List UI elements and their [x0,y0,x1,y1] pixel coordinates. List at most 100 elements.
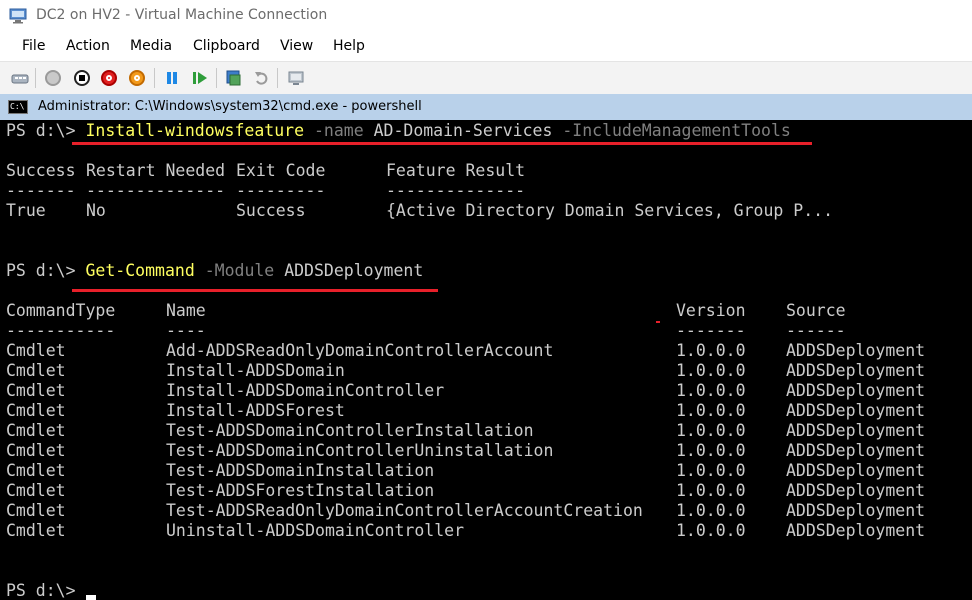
cell-restart-needed: No [86,201,106,220]
command-line: PS d:\> Get-Command -Module ADDSDeployme… [6,261,423,281]
save-state-icon[interactable] [127,68,147,88]
cell-version: 1.0.0.0 [676,361,746,380]
cell-source: ADDSDeployment [786,421,926,440]
menu-help[interactable]: Help [333,38,365,54]
menu-view[interactable]: View [280,38,313,54]
header-name: Name [166,301,206,320]
table-row: Cmdlet Test-ADDSDomainInstallation 1.0.0.0… [6,461,966,481]
toolbar-separator [277,68,278,88]
turn-off-icon[interactable] [72,68,92,88]
cmdlet-name: Install-windowsfeature [85,121,305,140]
table-row: True No Success {Active Directory Domain… [6,201,966,221]
header-version: Version [676,301,746,320]
cell-commandtype: Cmdlet [6,361,66,380]
cell-name: Install-ADDSForest [166,401,345,420]
cell-commandtype: Cmdlet [6,401,66,420]
table-row: Cmdlet Install-ADDSDomainController 1.0.0.… [6,381,966,401]
header-exit-code: Exit Code [236,161,326,180]
dash-cell: ------- [676,321,746,340]
enhanced-session-icon[interactable] [286,68,306,88]
shut-down-icon[interactable] [99,68,119,88]
toolbar-separator [154,68,155,88]
argument: ADDSDeployment [284,261,424,280]
cell-version: 1.0.0.0 [676,401,746,420]
cell-commandtype: Cmdlet [6,381,66,400]
cell-name: Test-ADDSDomainControllerUninstallation [166,441,554,460]
table-row: Cmdlet Install-ADDSDomain 1.0.0.0 ADDSDeplo… [6,361,966,381]
cell-version: 1.0.0.0 [676,441,746,460]
cell-source: ADDSDeployment [786,401,926,420]
cell-source: ADDSDeployment [786,381,926,400]
cell-source: ADDSDeployment [786,501,926,520]
command-line: PS d:\> Install-windowsfeature -name AD-… [6,121,791,141]
dash-cell: ----------- [6,321,116,340]
ctrl-alt-del-icon[interactable] [10,68,30,88]
pause-icon[interactable] [162,68,182,88]
menu-action[interactable]: Action [66,38,110,54]
parameter: -IncludeManagementTools [562,121,791,140]
cell-commandtype: Cmdlet [6,421,66,440]
cell-name: Test-ADDSDomainControllerInstallation [166,421,534,440]
cell-version: 1.0.0.0 [676,481,746,500]
cell-version: 1.0.0.0 [676,521,746,540]
console[interactable]: PS d:\> Install-windowsfeature -name AD-… [0,121,972,600]
annotation-underline [72,289,438,292]
table-row: Cmdlet Test-ADDSDomainControllerInstallat… [6,421,966,441]
cell-source: ADDSDeployment [786,341,926,360]
menu-file[interactable]: File [22,38,45,54]
cell-source: ADDSDeployment [786,521,926,540]
revert-icon[interactable] [252,68,272,88]
argument: AD-Domain-Services [373,121,553,140]
cell-version: 1.0.0.0 [676,501,746,520]
cell-name: Uninstall-ADDSDomainController [166,521,465,540]
menu-media[interactable]: Media [130,38,172,54]
table-dash-row: ------- -------------- --------- -------… [6,181,966,201]
header-source: Source [786,301,846,320]
cell-version: 1.0.0.0 [676,341,746,360]
dash-cell: -------------- [386,181,526,200]
vm-window-titlebar[interactable]: DC2 on HV2 - Virtual Machine Connection [0,0,972,33]
cell-commandtype: Cmdlet [6,501,66,520]
start-icon[interactable] [43,68,63,88]
cell-source: ADDSDeployment [786,481,926,500]
parameter: -Module [204,261,275,280]
cell-version: 1.0.0.0 [676,381,746,400]
cell-name: Install-ADDSDomain [166,361,345,380]
cell-name: Add-ADDSReadOnlyDomainControllerAccount [166,341,554,360]
table-row: Cmdlet Test-ADDSDomainControllerUninstall… [6,441,966,461]
table-row: Cmdlet Uninstall-ADDSDomainController 1.0.… [6,521,966,541]
cell-name: Install-ADDSDomainController [166,381,445,400]
window-title: DC2 on HV2 - Virtual Machine Connection [36,7,328,23]
table-header-row: CommandType Name Version Source [6,301,966,321]
cmd-window-title: Administrator: C:\Windows\system32\cmd.e… [38,99,422,114]
dash-cell: ------- [6,181,76,200]
header-feature-result: Feature Result [386,161,526,180]
checkpoint-icon[interactable] [224,68,244,88]
toolbar-separator [216,68,217,88]
cell-source: ADDSDeployment [786,441,926,460]
prompt: PS d:\> [6,261,76,280]
cell-source: ADDSDeployment [786,361,926,380]
dash-cell: ---- [166,321,206,340]
table-dash-row: ----------- ---- ------- ------ [6,321,966,341]
annotation-underline [72,142,812,145]
cell-commandtype: Cmdlet [6,461,66,480]
cell-version: 1.0.0.0 [676,421,746,440]
cmd-window-titlebar[interactable]: C:\ Administrator: C:\Windows\system32\c… [0,94,972,120]
resume-icon[interactable] [190,68,210,88]
cmdlet-name: Get-Command [85,261,195,280]
menu-clipboard[interactable]: Clipboard [193,38,260,54]
cell-exit-code: Success [236,201,306,220]
cell-commandtype: Cmdlet [6,341,66,360]
table-row: Cmdlet Install-ADDSForest 1.0.0.0 ADDSDeplo… [6,401,966,421]
cell-name: Test-ADDSDomainInstallation [166,461,435,480]
cell-feature-result: {Active Directory Domain Services, Group… [386,201,834,220]
cell-version: 1.0.0.0 [676,461,746,480]
table-row: Cmdlet Add-ADDSReadOnlyDomainControllerAc… [6,341,966,361]
header-commandtype: CommandType [6,301,116,320]
annotation-mark [656,321,660,323]
cell-commandtype: Cmdlet [6,521,66,540]
menu-bar: File Action Media Clipboard View Help [0,33,972,61]
table-row: Cmdlet Test-ADDSForestInstallation 1.0.0.0… [6,481,966,501]
header-restart-needed: Restart Needed [86,161,226,180]
